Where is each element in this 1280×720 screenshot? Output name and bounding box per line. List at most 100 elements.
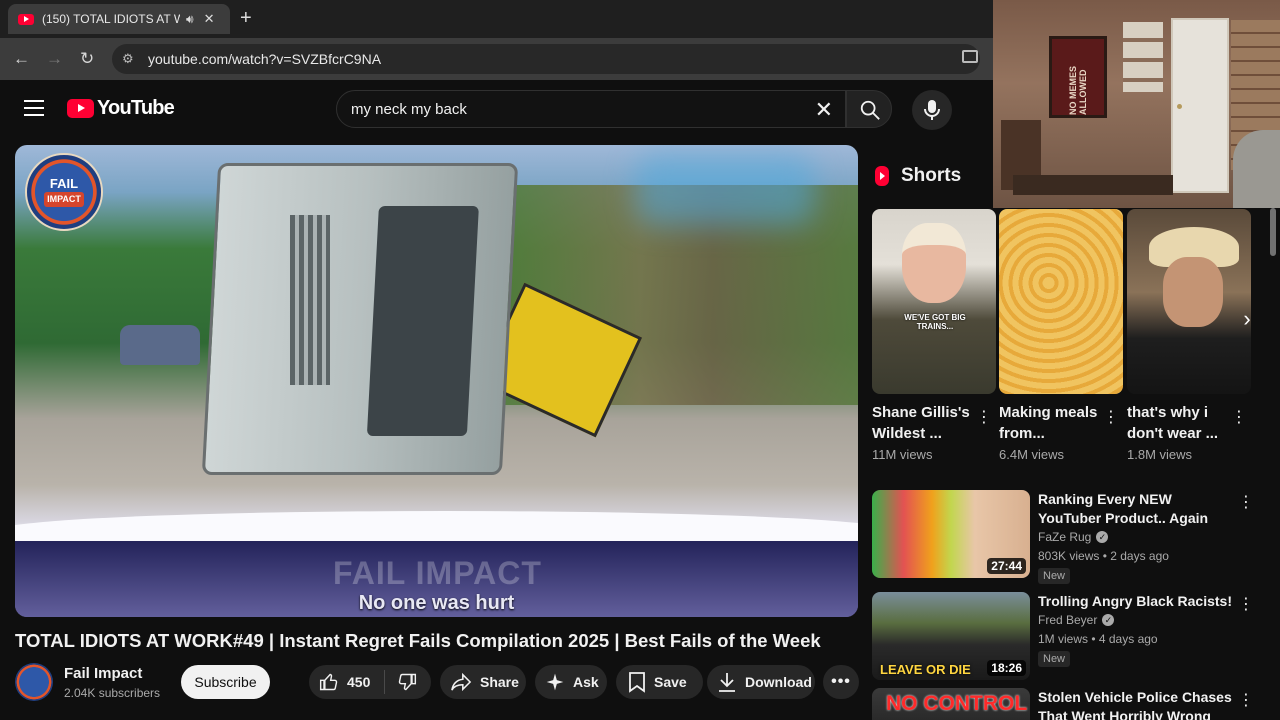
subscribe-button[interactable]: Subscribe [181, 665, 270, 699]
new-badge: New [1038, 651, 1071, 667]
short-thumbnail[interactable]: WE'VE GOT BIG TRAINS... [872, 209, 996, 394]
webcam-chair [1233, 130, 1280, 208]
recommendation-title[interactable]: Stolen Vehicle Police Chases That Went H… [1038, 688, 1238, 720]
recommendation-title[interactable]: Ranking Every NEW YouTuber Product.. Aga… [1038, 490, 1238, 528]
recommendation-thumbnail[interactable]: LEAVE OR DIE 18:26 [872, 592, 1030, 680]
short-views: 1.8M views [1127, 447, 1193, 462]
clear-search-icon[interactable]: ✕ [815, 97, 833, 123]
search-button[interactable] [846, 90, 892, 128]
youtube-header: YouTube my neck my back ✕ [0, 80, 993, 136]
save-button[interactable]: Save [616, 665, 703, 699]
video-caption: No one was hurt [358, 592, 515, 614]
omnibox[interactable]: ⚙ youtube.com/watch?v=SVZBfcrC9NA [112, 44, 980, 74]
video-truck-grill [290, 215, 330, 385]
channel-name[interactable]: Fred Beyer [1038, 613, 1097, 627]
youtube-favicon-icon [18, 13, 34, 25]
forward-arrow-icon[interactable]: → [46, 49, 63, 69]
shorts-heading-text: Shorts [901, 165, 962, 186]
more-options-icon[interactable]: ⋮ [1238, 690, 1254, 710]
short-title[interactable]: Making meals from... [999, 402, 1099, 444]
more-options-icon[interactable]: ⋮ [1238, 594, 1254, 614]
video-car [120, 325, 200, 365]
channel-name[interactable]: FaZe Rug [1038, 530, 1091, 544]
download-button[interactable]: Download [707, 665, 815, 699]
save-label: Save [654, 674, 687, 690]
logo-line2: IMPACT [44, 192, 84, 207]
video-truck [201, 163, 519, 475]
recommendation-meta: 803K views • 2 days ago [1038, 549, 1169, 563]
recommendation-thumbnail[interactable]: NO CONTROL [872, 688, 1030, 720]
thumbnail-text: LEAVE OR DIE [880, 662, 971, 677]
site-info-icon[interactable]: ⚙ [122, 51, 138, 67]
webcam-door [1171, 18, 1229, 193]
like-dislike-group: 450 [309, 665, 431, 699]
webcam-overlay [993, 0, 1280, 208]
cast-icon[interactable] [962, 50, 978, 63]
close-tab-icon[interactable]: ✕ [204, 11, 215, 27]
more-options-icon[interactable]: ⋮ [976, 407, 992, 427]
short-thumbnail[interactable] [1127, 209, 1251, 394]
share-button[interactable]: Share [440, 665, 526, 699]
short-thumbnail[interactable] [999, 209, 1123, 394]
ask-label: Ask [573, 674, 599, 690]
microphone-icon [924, 100, 940, 120]
shorts-logo-icon [875, 166, 889, 186]
download-label: Download [745, 674, 812, 690]
more-options-icon[interactable]: ⋮ [1103, 407, 1119, 427]
menu-hamburger-icon[interactable] [24, 100, 44, 116]
more-actions-button[interactable]: ••• [823, 665, 859, 699]
recommendation-channel[interactable]: FaZe Rug ✓ [1038, 530, 1109, 544]
duration-badge: 18:26 [987, 660, 1026, 676]
short-card[interactable]: Making meals from... ⋮ 6.4M views [999, 209, 1123, 462]
new-badge: New [1038, 568, 1071, 584]
share-label: Share [480, 674, 519, 690]
recommendation-channel[interactable]: Fred Beyer ✓ [1038, 613, 1115, 627]
duration-badge: 27:44 [987, 558, 1026, 574]
share-icon [451, 672, 472, 692]
search-input[interactable]: my neck my back ✕ [336, 90, 846, 128]
short-card[interactable]: that's why i don't wear ... ⋮ 1.8M views [1127, 209, 1251, 462]
thumb-face [902, 223, 966, 303]
like-button[interactable]: 450 [309, 670, 386, 694]
video-watermark: FAIL IMPACT [333, 555, 542, 591]
scrollbar-thumb[interactable] [1270, 208, 1276, 256]
chevron-right-icon[interactable]: › [1231, 304, 1263, 336]
video-channel-logo: FAIL IMPACT [25, 153, 103, 231]
short-title[interactable]: that's why i don't wear ... [1127, 402, 1227, 444]
recommendation-thumbnail[interactable]: 27:44 [872, 490, 1030, 578]
thumbnail-text: NO CONTROL [886, 692, 1028, 715]
channel-name[interactable]: Fail Impact [64, 665, 142, 682]
thumb-face [1163, 257, 1223, 327]
reload-icon[interactable]: ↻ [80, 49, 94, 69]
search-query[interactable]: my neck my back [351, 101, 467, 118]
new-tab-button[interactable]: + [240, 8, 252, 28]
video-player[interactable]: FAIL IMPACT FAIL IMPACT No one was hurt [15, 145, 858, 617]
back-arrow-icon[interactable]: ← [13, 49, 30, 69]
recommendation-meta: 1M views • 4 days ago [1038, 632, 1158, 646]
short-card[interactable]: WE'VE GOT BIG TRAINS... Shane Gillis's W… [872, 209, 996, 462]
short-title[interactable]: Shane Gillis's Wildest ... [872, 402, 972, 444]
more-options-icon[interactable]: ⋮ [1238, 492, 1254, 512]
bookmark-icon [629, 672, 645, 693]
thumbs-down-icon [399, 673, 417, 691]
sparkle-icon [546, 673, 564, 691]
webcam-poster [1049, 36, 1107, 118]
thumbs-up-icon [319, 673, 338, 691]
verified-check-icon: ✓ [1096, 531, 1109, 543]
dislike-button[interactable] [385, 672, 425, 692]
channel-avatar[interactable] [15, 663, 53, 701]
shorts-heading: Shorts [875, 165, 961, 187]
voice-search-button[interactable] [912, 90, 952, 130]
url-text[interactable]: youtube.com/watch?v=SVZBfcrC9NA [148, 51, 381, 67]
recommendation-title[interactable]: Trolling Angry Black Racists! [1038, 592, 1238, 611]
more-options-icon[interactable]: ⋮ [1231, 407, 1247, 427]
speaker-icon[interactable]: 🔊︎ [186, 12, 194, 27]
ask-button[interactable]: Ask [535, 665, 607, 699]
search-icon [860, 100, 880, 120]
youtube-play-logo-icon [67, 99, 94, 118]
tab-title: (150) TOTAL IDIOTS AT WORK [42, 12, 180, 26]
youtube-logo[interactable]: YouTube [67, 97, 175, 120]
browser-tab[interactable]: (150) TOTAL IDIOTS AT WORK 🔊︎ ✕ [8, 4, 230, 34]
video-blur [635, 155, 815, 225]
short-views: 6.4M views [999, 447, 1065, 462]
